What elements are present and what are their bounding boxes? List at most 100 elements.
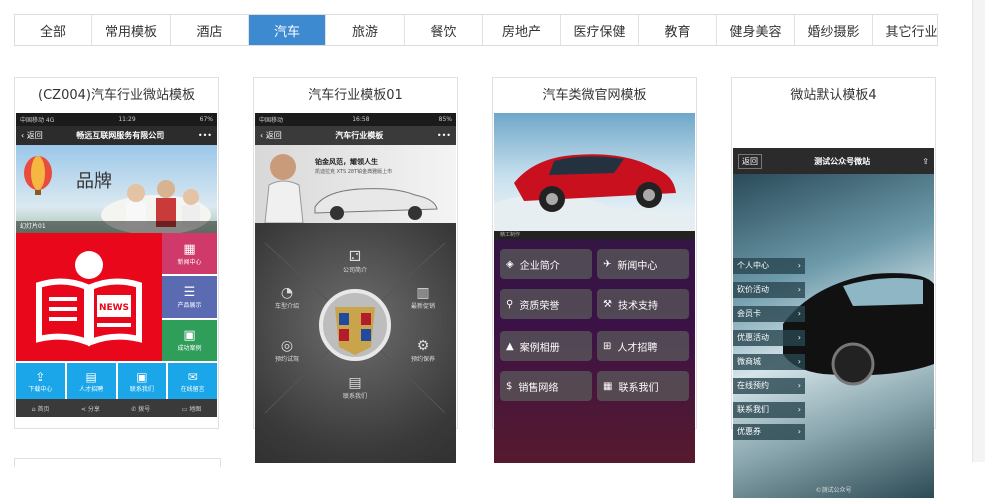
footer-call[interactable]: ✆ 拨号: [131, 404, 150, 413]
tab-6[interactable]: 房地产: [483, 15, 561, 45]
tab-2[interactable]: 酒店: [171, 15, 249, 45]
menu-contact[interactable]: › 联系我们: [733, 402, 805, 418]
template-title[interactable]: 汽车类微官网模板: [493, 78, 696, 113]
ad-banner: 铂金风范，耀领人生 凯迪拉克 XTS 28T铂金典雅版上市: [255, 145, 456, 223]
template-title[interactable]: (CZ004)汽车行业微站模板: [15, 78, 218, 113]
btn-label: 人才招聘: [617, 342, 658, 354]
news-tile[interactable]: NEWS: [16, 233, 162, 361]
tile-label: 在线留言: [180, 385, 205, 393]
airplane-icon: ✈: [603, 258, 612, 270]
btn-support[interactable]: ⚒ 技术支持: [597, 289, 689, 319]
tile-message[interactable]: ✉ 在线留言: [168, 363, 217, 399]
id-card-icon: ▤: [85, 369, 97, 384]
tab-5[interactable]: 餐饮: [405, 15, 483, 45]
tile-news[interactable]: ▦ 新闻中心: [162, 233, 217, 275]
template-card-4[interactable]: 微站默认模板4 返回 测试公众号微站 ⇪ › 个人中心 › 砍价活动 › 会员卡 › 优…: [731, 77, 936, 498]
back-text: 返回: [265, 131, 282, 140]
phone-footer: ⌂ 首页 ⋖ 分享 ✆ 拨号 ▭ 地图: [16, 399, 217, 417]
tile-jobs[interactable]: ▤ 人才招聘: [66, 363, 118, 399]
header-title: 畅远互联网服务有限公司: [76, 131, 165, 140]
menu-label: 微商城: [737, 357, 761, 366]
tile-label: 人才招聘: [79, 385, 104, 393]
template-preview[interactable]: 精工制作 ◈ 企业简介 ✈ 新闻中心 ⚲ 资质荣誉 ⚒ 技术支持 ▲ 案例相册 ⊞ 人才招聘…: [494, 113, 695, 463]
chevron-right-icon: ›: [797, 427, 801, 436]
menu-coupons[interactable]: › 优惠券: [733, 424, 805, 440]
menu-models[interactable]: ◔ 车型介绍: [267, 285, 307, 310]
btn-label: 联系我们: [618, 382, 659, 394]
item-label: 公司简介: [342, 267, 367, 274]
menu-mall[interactable]: › 微商城: [733, 354, 805, 370]
menu-personal-center[interactable]: › 个人中心: [733, 258, 805, 274]
menu-label: 优惠券: [737, 427, 761, 436]
tile-products[interactable]: ☰ 产品展示: [162, 274, 217, 318]
menu-member-card[interactable]: › 会员卡: [733, 306, 805, 322]
back-label: ‹ 返回: [260, 131, 282, 140]
btn-honors[interactable]: ⚲ 资质荣誉: [500, 289, 592, 319]
chevron-right-icon: ›: [797, 261, 801, 270]
tab-11[interactable]: 其它行业: [873, 15, 950, 45]
menu-contact[interactable]: ▤ 联系我们: [335, 375, 375, 400]
layers-icon: ☰: [183, 284, 196, 300]
tile-label: 新闻中心: [177, 258, 202, 266]
menu-test-drive[interactable]: ◎ 预约试驾: [267, 338, 307, 363]
btn-contact[interactable]: ▦ 联系我们: [597, 371, 689, 401]
back-button[interactable]: 返回: [738, 153, 762, 169]
chevron-right-icon: ›: [797, 309, 801, 318]
tab-7[interactable]: 医疗保健: [561, 15, 639, 45]
share-icon[interactable]: ⇪: [922, 157, 929, 166]
menu-promotions[interactable]: › 优惠活动: [733, 330, 805, 346]
tile-label: 成功案例: [177, 345, 202, 353]
phone-header: ‹ 返回 汽车行业模板 •••: [255, 126, 456, 145]
more-icon: •••: [197, 131, 212, 140]
btn-cases[interactable]: ▲ 案例相册: [500, 331, 592, 361]
btn-news[interactable]: ✈ 新闻中心: [597, 249, 689, 279]
menu-promo[interactable]: ▥ 最新促销: [403, 285, 443, 310]
footer-share[interactable]: ⋖ 分享: [81, 404, 100, 413]
tab-8[interactable]: 教育: [639, 15, 717, 45]
rocket-icon: ⚲: [506, 298, 514, 310]
tab-4[interactable]: 旅游: [326, 15, 405, 45]
menu-bargain[interactable]: › 砍价活动: [733, 282, 805, 298]
menu-label: 在线预约: [737, 381, 769, 390]
tab-10[interactable]: 婚纱摄影: [795, 15, 873, 45]
btn-label: 企业简介: [519, 260, 560, 272]
template-title[interactable]: 微站默认模板4: [732, 78, 935, 113]
briefcase-icon: ▥: [416, 285, 430, 301]
tile-download[interactable]: ⇪ 下载中心: [16, 363, 67, 399]
status-battery: 67%: [199, 116, 213, 123]
btn-company[interactable]: ◈ 企业简介: [500, 249, 592, 279]
vertical-scrollbar[interactable]: [972, 0, 985, 462]
news-icon: ▦: [183, 241, 196, 257]
tab-0[interactable]: 全部: [15, 15, 92, 45]
template-preview[interactable]: 中国移动 4G 11:29 67% ‹ 返回 畅远互联网服务有限公司 ••• 品…: [16, 113, 217, 428]
menu-booking[interactable]: › 在线预约: [733, 378, 805, 394]
tab-3[interactable]: 汽车: [249, 15, 326, 45]
tab-9[interactable]: 健身美容: [717, 15, 795, 45]
slide-caption: 幻灯片01: [16, 221, 217, 233]
chevron-right-icon: ›: [797, 357, 801, 366]
back-text: 返回: [26, 131, 43, 140]
footer-home[interactable]: ⌂ 首页: [32, 404, 50, 413]
btn-label: 新闻中心: [617, 260, 658, 272]
hero-illustration: [24, 156, 211, 233]
template-title[interactable]: 汽车行业模板01: [254, 78, 457, 113]
share-icon: ⇪: [35, 369, 46, 384]
btn-label: 资质荣誉: [519, 300, 560, 312]
menu-maintenance[interactable]: ⚙ 预约保养: [403, 338, 443, 363]
menu-company[interactable]: ⚁ 公司简介: [335, 249, 375, 274]
template-card-3[interactable]: 汽车类微官网模板 精工制作 ◈ 企业简介 ✈ 新闻中心 ⚲ 资质荣誉 ⚒ 技术支持 ▲ 案…: [492, 77, 697, 463]
template-card-2[interactable]: 汽车行业模板01 中国移动 16:58 85% ‹ 返回 汽车行业模板 ••• …: [253, 77, 458, 463]
template-card-1[interactable]: (CZ004)汽车行业微站模板 中国移动 4G 11:29 67% ‹ 返回 畅…: [14, 77, 219, 429]
status-time: 11:29: [118, 116, 136, 123]
tab-1[interactable]: 常用模板: [92, 15, 171, 45]
cutlery-icon: ⚒: [603, 298, 612, 310]
template-preview[interactable]: 中国移动 16:58 85% ‹ 返回 汽车行业模板 ••• 铂金风范，耀领人生…: [255, 113, 456, 463]
footer-map[interactable]: ▭ 地图: [182, 404, 202, 413]
footer-label: 分享: [87, 405, 100, 413]
btn-jobs[interactable]: ⊞ 人才招聘: [597, 331, 689, 361]
tile-contact[interactable]: ▣ 联系我们: [117, 363, 169, 399]
template-preview[interactable]: 返回 测试公众号微站 ⇪ › 个人中心 › 砍价活动 › 会员卡 › 优惠活动 › 微商城…: [733, 148, 934, 498]
btn-sales[interactable]: $ 销售网络: [500, 371, 592, 401]
tile-cases[interactable]: ▣ 成功案例: [162, 317, 217, 361]
template-card-next[interactable]: [14, 458, 221, 467]
